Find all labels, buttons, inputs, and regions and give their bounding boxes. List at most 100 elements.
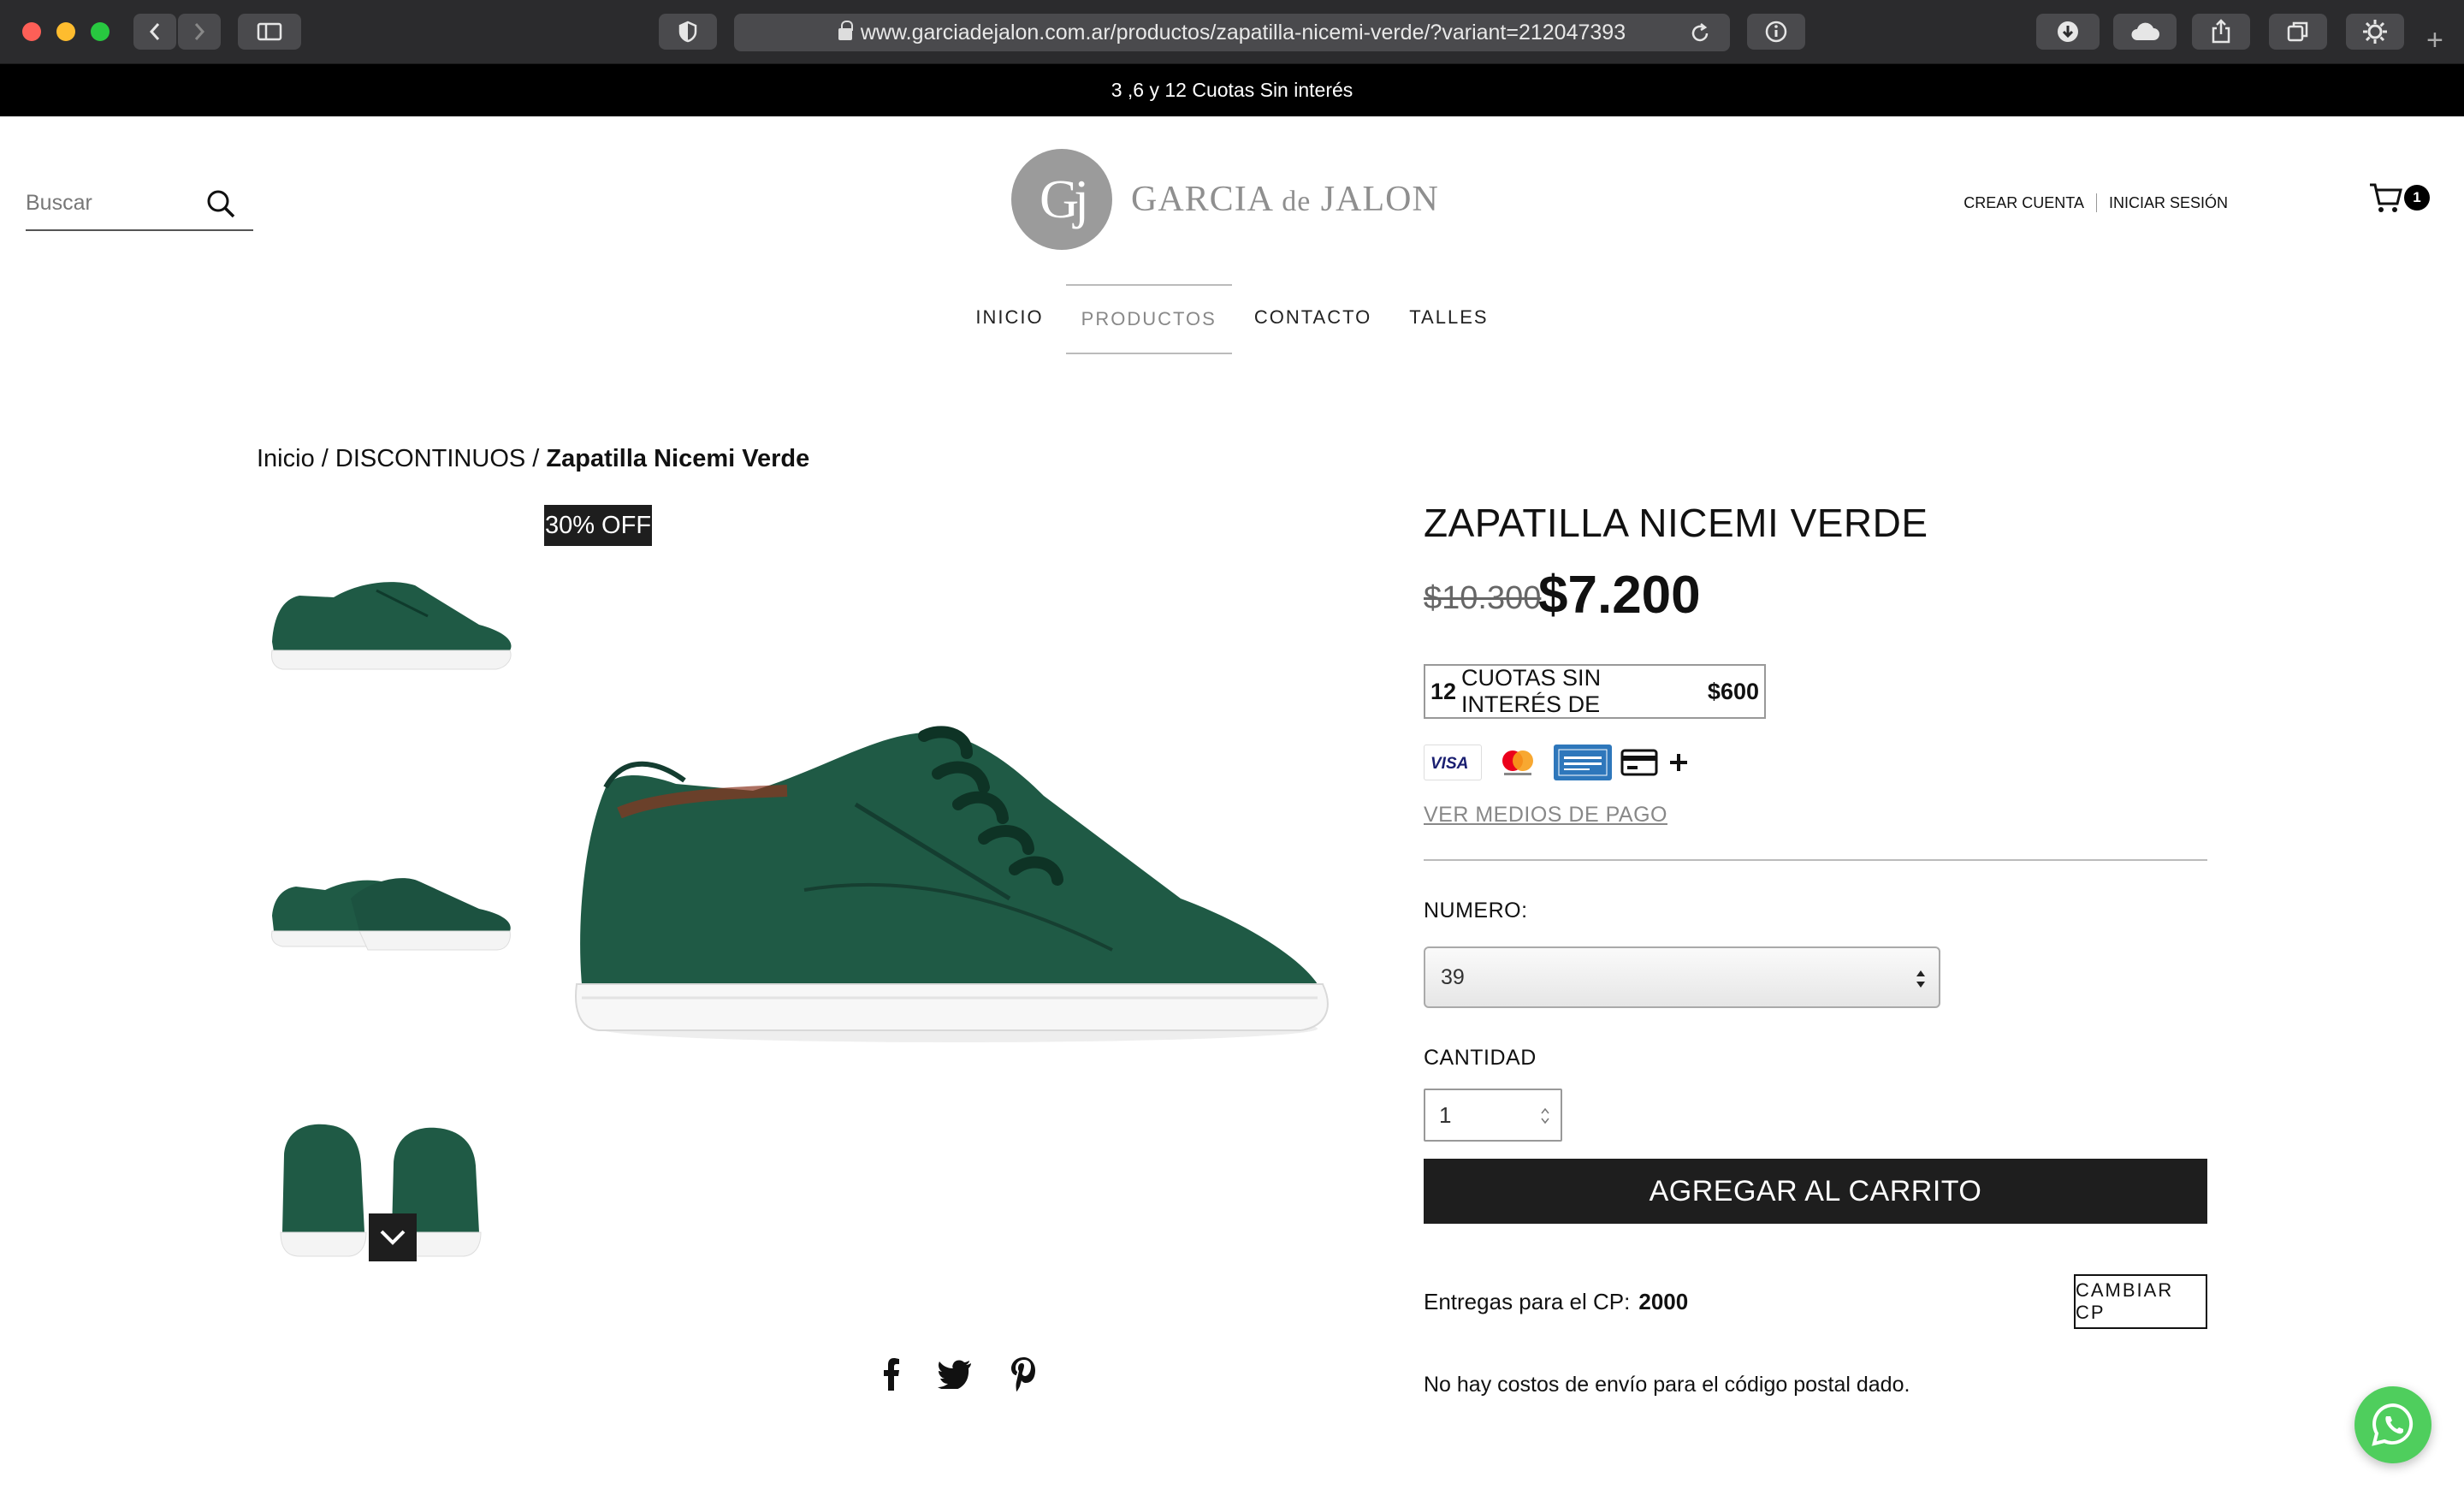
forward-button[interactable] [178,14,221,50]
nav-productos[interactable]: PRODUCTOS [1065,284,1232,354]
delivery-info: Entregas para el CP: 2000 [1424,1289,1688,1315]
facebook-icon [884,1358,899,1391]
thumbnail-2[interactable] [265,822,513,993]
nav-talles[interactable]: TALLES [1394,284,1503,354]
tabs-button[interactable] [2269,14,2327,50]
login-link[interactable]: INICIAR SESIÓN [2109,194,2228,212]
browser-toolbar: www.garciadejalon.com.ar/productos/zapat… [0,0,2464,64]
logo-name-3: JALON [1311,180,1439,219]
account-links: CREAR CUENTA INICIAR SESIÓN [1964,193,2228,212]
share-button[interactable] [2192,14,2250,50]
delivery-label: Entregas para el CP: [1424,1289,1631,1314]
delivery-postal-code: 2000 [1638,1289,1689,1314]
close-window-button[interactable] [22,22,41,41]
url-bar[interactable]: www.garciadejalon.com.ar/productos/zapat… [734,14,1730,51]
search-input[interactable] [26,181,197,224]
nav-contacto[interactable]: CONTACTO [1239,284,1387,354]
sale-price: $7.200 [1538,566,1701,625]
gallery-scroll-down-button[interactable] [369,1213,417,1261]
main-product-image[interactable] [565,702,1352,1061]
visa-icon: VISA [1424,745,1482,780]
installments-box: 12 CUOTAS SIN INTERÉS DE $600 [1424,664,1766,719]
installments-text: CUOTAS SIN INTERÉS DE [1461,665,1602,717]
main-nav: INICIO PRODUCTOS CONTACTO TALLES [0,284,2464,354]
breadcrumb-current: Zapatilla Nicemi Verde [546,445,810,472]
twitter-share-button[interactable] [938,1357,972,1391]
change-postal-code-button[interactable]: CAMBIAR CP [2074,1274,2207,1329]
cloud-icon [2131,22,2159,40]
whatsapp-button[interactable] [2354,1386,2431,1463]
amex-icon [1554,745,1612,780]
installments-count: 12 [1430,678,1457,704]
size-label: NUMERO: [1424,899,1528,923]
card-icon [1619,745,1660,780]
reload-icon[interactable] [1689,22,1711,44]
pinterest-share-button[interactable] [1006,1357,1040,1391]
size-select[interactable]: 39 [1424,946,1940,1008]
gear-icon [2363,20,2387,44]
svg-text:VISA: VISA [1430,755,1468,771]
create-account-link[interactable]: CREAR CUENTA [1964,194,2084,212]
minimize-window-button[interactable] [56,22,75,41]
search-box [26,178,253,231]
new-tab-button[interactable]: + [2426,26,2443,55]
cart-icon [2370,183,2402,212]
logo-name-1: GARCIA [1131,180,1282,219]
site-logo[interactable]: Gj GARCIA de JALON [1011,149,1439,250]
size-selected-value: 39 [1441,964,1465,989]
download-icon [2058,21,2078,42]
cart-button[interactable]: 1 [2368,181,2437,221]
pinterest-icon [1011,1357,1035,1391]
breadcrumb-category[interactable]: DISCONTINUOS [335,445,525,472]
announcement-bar: 3 ,6 y 12 Cuotas Sin interés [0,64,2464,116]
mastercard-icon [1489,745,1547,780]
chevron-down-icon [380,1230,406,1245]
facebook-share-button[interactable] [874,1357,909,1391]
installments-amount: $600 [1707,678,1759,704]
quantity-stepper[interactable]: 1 [1424,1089,1562,1142]
extension-button[interactable] [2346,14,2404,50]
divider [1424,859,2207,861]
quantity-value: 1 [1439,1101,1452,1128]
zoom-window-button[interactable] [91,22,110,41]
sidebar-icon [257,22,282,41]
reader-button[interactable] [1747,14,1805,50]
share-icon [2212,19,2230,44]
chevron-right-icon [194,23,205,40]
add-to-cart-button[interactable]: AGREGAR AL CARRITO [1424,1159,2207,1224]
icloud-button[interactable] [2113,14,2177,50]
url-text: www.garciadejalon.com.ar/productos/zapat… [860,20,1626,44]
logo-name-2: de [1282,186,1312,217]
payment-icons: VISA [1424,745,1697,780]
privacy-button[interactable] [659,14,717,50]
original-price: $10.300 [1424,580,1542,616]
shoe-side-image [271,582,512,670]
twitter-icon [938,1360,971,1389]
plus-icon [1667,745,1691,780]
breadcrumb-home[interactable]: Inicio [257,445,315,472]
search-icon[interactable] [205,188,236,219]
info-icon [1765,21,1787,43]
discount-badge: 30% OFF [544,505,652,546]
lock-icon [838,21,853,40]
whatsapp-icon [2372,1403,2414,1446]
back-button[interactable] [133,14,176,50]
payment-methods-link[interactable]: VER MEDIOS DE PAGO [1424,803,1667,828]
account-divider [2095,193,2097,212]
sidebar-button[interactable] [238,14,301,50]
downloads-button[interactable] [2036,14,2100,50]
select-arrows-icon [1916,970,1925,988]
shipping-note: No hay costos de envío para el código po… [1424,1373,1910,1397]
tabs-icon [2287,21,2308,42]
cart-count-badge: 1 [2404,185,2430,211]
thumbnail-1[interactable] [265,531,513,702]
nav-inicio[interactable]: INICIO [960,284,1058,354]
stepper-arrows-icon[interactable] [1540,1106,1550,1126]
logo-monogram: Gj [1011,149,1112,250]
product-title: ZAPATILLA NICEMI VERDE [1424,501,1928,545]
breadcrumb-sep: / [314,445,335,472]
announcement-text: 3 ,6 y 12 Cuotas Sin interés [1111,79,1353,101]
breadcrumb: Inicio / DISCONTINUOS / Zapatilla Nicemi… [257,445,809,473]
breadcrumb-sep: / [525,445,547,472]
logo-name: GARCIA de JALON [1131,179,1439,220]
